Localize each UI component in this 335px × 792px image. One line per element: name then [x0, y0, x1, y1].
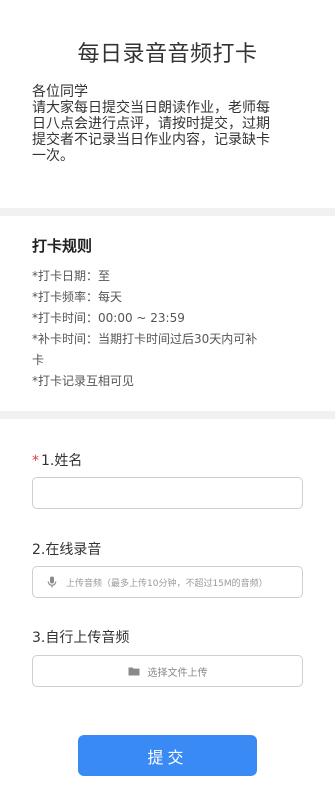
rule-item: *补卡时间：当期打卡时间过后30天内可补	[32, 332, 258, 346]
intro-text: 各位同学 请大家每日提交当日朗读作业，老师每 日八点会进行点评，请按时提交，过期…	[32, 84, 307, 164]
intro-line: 请大家每日提交当日朗读作业，老师每	[32, 100, 270, 116]
name-question-label: * 1.姓名	[32, 450, 82, 470]
name-input[interactable]	[32, 477, 303, 509]
rule-item: *打卡时间：00:00 ~ 23:59	[32, 311, 185, 325]
section-divider	[0, 208, 335, 216]
intro-line: 日八点会进行点评，请按时提交，过期	[32, 116, 270, 132]
intro-greeting: 各位同学	[32, 84, 88, 100]
section-divider	[0, 411, 335, 419]
rule-item: *打卡频率：每天	[32, 290, 123, 304]
upload-question-label: 3.自行上传音频	[32, 630, 130, 646]
name-label-text: 1.姓名	[41, 453, 83, 469]
upload-file-button[interactable]: 选择文件上传	[32, 655, 303, 687]
required-mark: *	[32, 453, 39, 469]
submit-button[interactable]: 提交	[78, 735, 257, 776]
microphone-icon	[47, 576, 57, 588]
upload-button-label: 选择文件上传	[147, 667, 208, 679]
page-title: 每日录音音频打卡	[77, 42, 258, 67]
rules-list: *打卡日期：至 *打卡频率：每天 *打卡时间：00:00 ~ 23:59 *补卡…	[32, 266, 302, 392]
online-record-button[interactable]: 上传音频（最多上传10分钟，不超过15M的音频）	[32, 566, 303, 598]
rule-item: 卡	[32, 353, 45, 367]
recording-question-label: 2.在线录音	[32, 542, 102, 558]
intro-line: 提交者不记录当日作业内容，记录缺卡	[32, 132, 270, 148]
recording-hint: 上传音频（最多上传10分钟，不超过15M的音频）	[66, 578, 268, 589]
intro-line: 一次。	[32, 148, 74, 164]
rules-title: 打卡规则	[32, 237, 93, 255]
rule-item: *打卡日期：至	[32, 269, 111, 283]
rule-item: *打卡记录互相可见	[32, 374, 135, 388]
folder-icon	[128, 666, 140, 676]
